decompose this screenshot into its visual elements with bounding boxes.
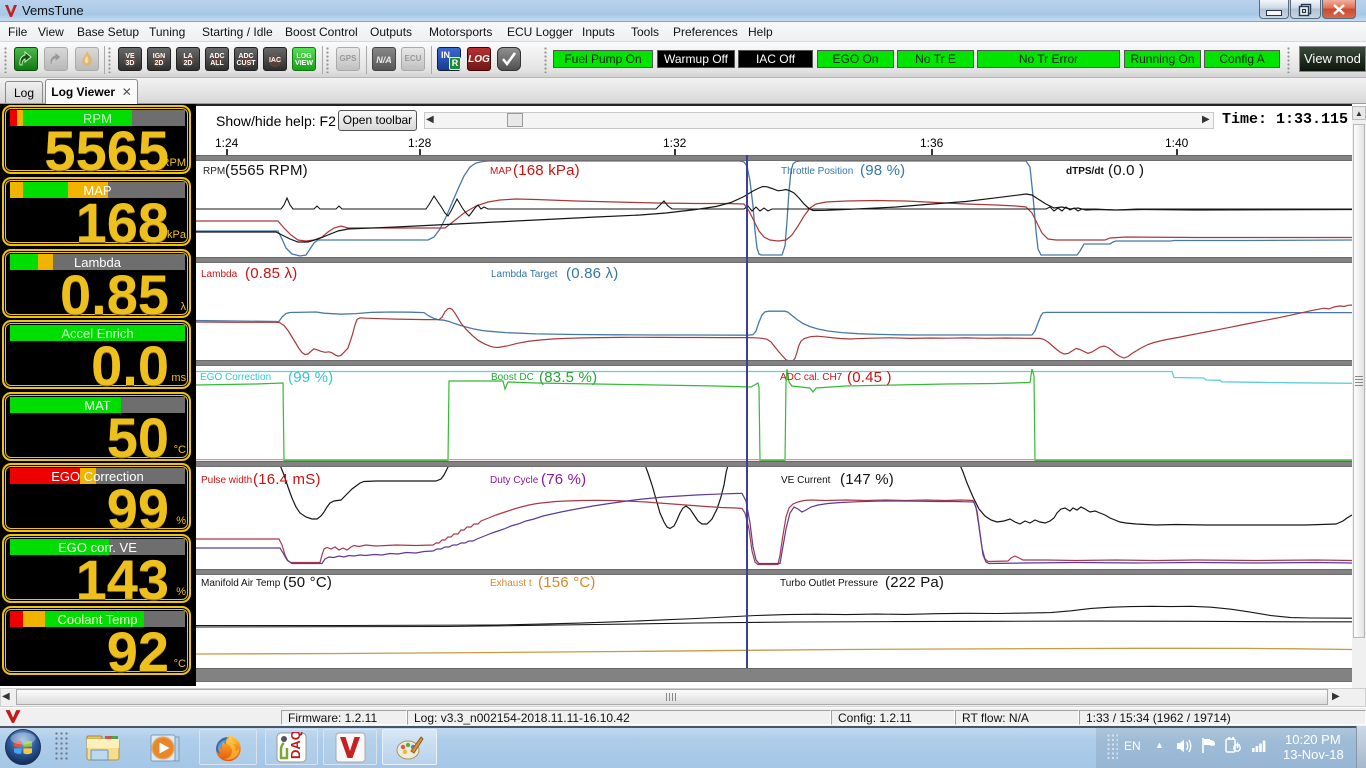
svg-text:DAQ: DAQ (288, 732, 303, 759)
